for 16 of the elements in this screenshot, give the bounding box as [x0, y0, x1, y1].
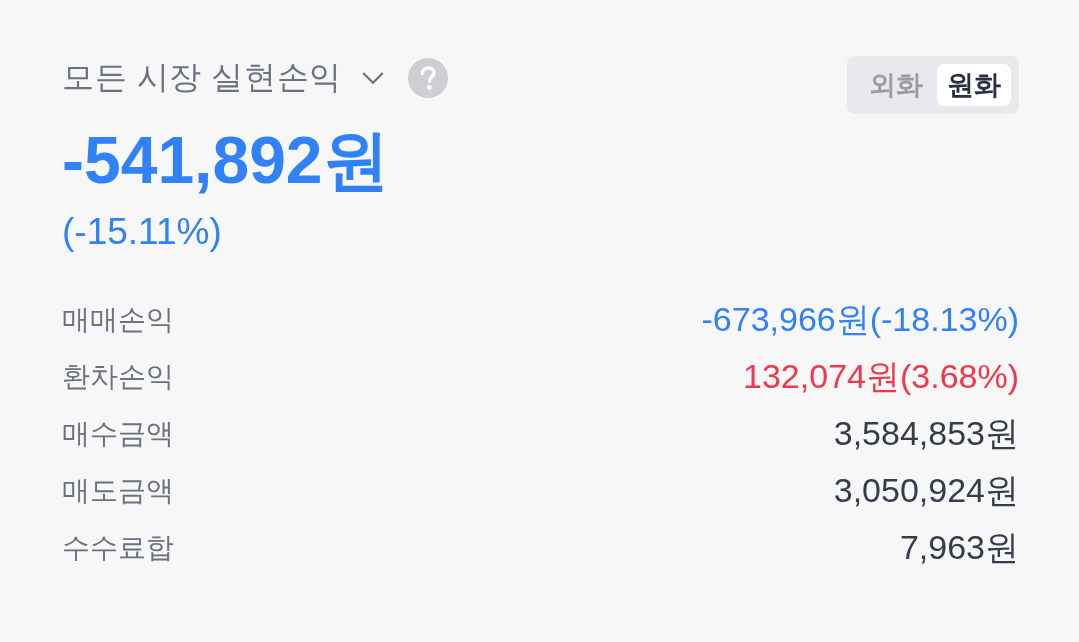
- help-icon[interactable]: [407, 58, 448, 98]
- row-label: 환차손익: [62, 359, 174, 394]
- caret-icon: [361, 71, 384, 85]
- row-value: 3,050,924원: [833, 469, 1019, 511]
- market-dropdown[interactable]: 모든 시장 실현손익: [62, 56, 384, 100]
- row-label: 매도금액: [62, 473, 174, 508]
- realized-profit-amount: -541,892원: [62, 124, 390, 196]
- row-label: 매수금액: [62, 416, 174, 451]
- row-label: 수수료합: [62, 530, 174, 565]
- row-value: -673,966원(-18.13%): [701, 298, 1019, 340]
- realized-profit-percent: (-15.11%): [62, 210, 223, 254]
- currency-option[interactable]: 원화: [937, 64, 1011, 106]
- row-label: 매매손익: [62, 302, 174, 337]
- row-value: 132,074원(3.68%): [743, 355, 1019, 397]
- row-value: 7,963원: [899, 526, 1019, 568]
- row-value: 3,584,853원: [833, 412, 1019, 454]
